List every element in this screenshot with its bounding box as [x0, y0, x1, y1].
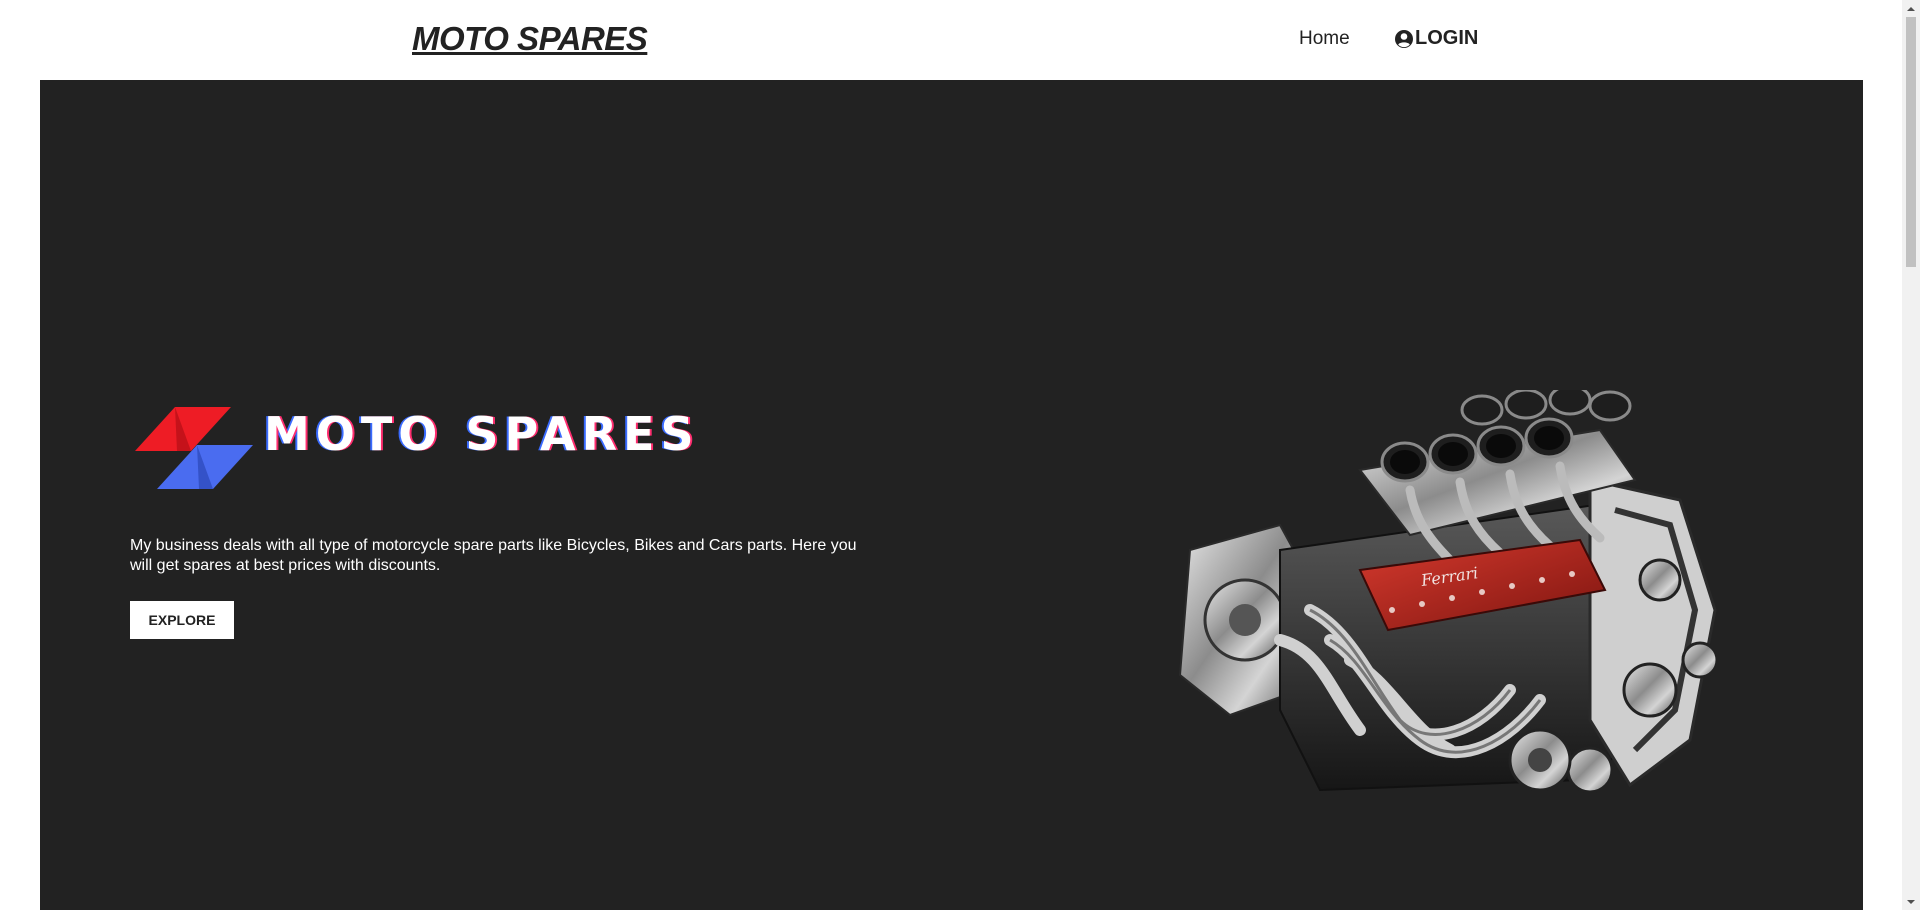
explore-button[interactable]: EXPLORE [130, 601, 234, 639]
user-circle-icon [1394, 29, 1414, 49]
nav-home-link[interactable]: Home [1299, 28, 1350, 50]
page: MOTO SPARES Home LOGIN MOTO SPARES My bu… [0, 0, 1920, 910]
site-header: MOTO SPARES Home LOGIN [0, 0, 1902, 80]
nav-login-link[interactable]: LOGIN [1394, 27, 1478, 50]
page-scrollbar[interactable] [1902, 0, 1920, 910]
brand-logo-link[interactable]: MOTO SPARES [412, 20, 648, 58]
moto-spares-logo-icon [135, 407, 253, 489]
hero-section: MOTO SPARES My business deals with all t… [40, 80, 1863, 910]
engine-image: Ferrari [1178, 390, 1719, 794]
chevron-down-icon[interactable] [1902, 893, 1920, 910]
nav-login-label: LOGIN [1415, 27, 1479, 49]
hero-description: My business deals with all type of motor… [130, 537, 857, 574]
hero-logo-text: MOTO SPARES [264, 407, 700, 461]
chevron-up-icon[interactable] [1902, 0, 1920, 17]
scrollbar-thumb[interactable] [1906, 17, 1916, 267]
